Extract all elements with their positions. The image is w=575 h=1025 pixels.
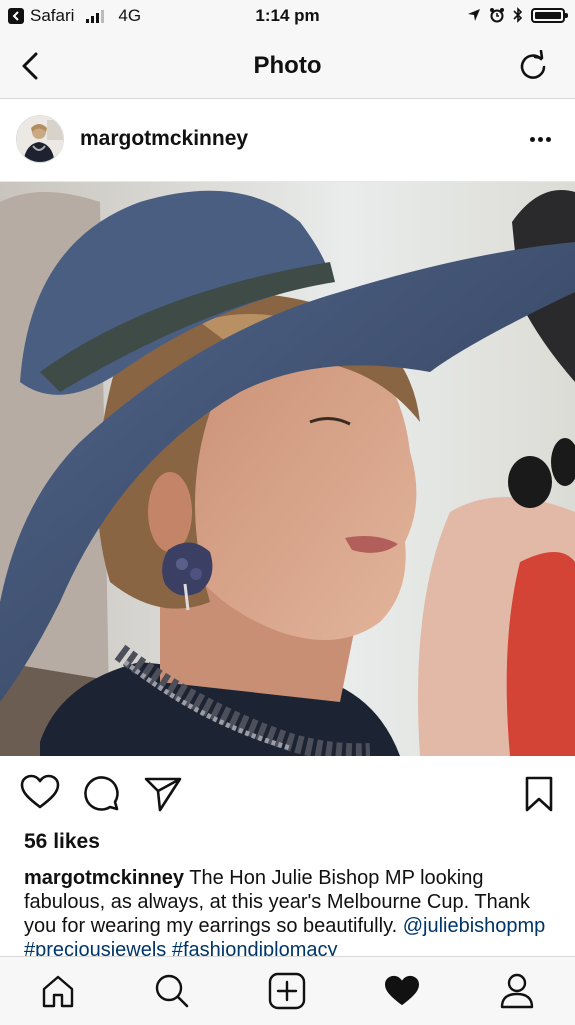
action-bar bbox=[0, 762, 575, 822]
share-send-icon[interactable] bbox=[144, 776, 182, 812]
post-photo[interactable] bbox=[0, 182, 575, 756]
post-header: margotmckinney bbox=[0, 99, 575, 182]
post-caption: margotmckinney The Hon Julie Bishop MP l… bbox=[24, 866, 554, 956]
refresh-icon[interactable] bbox=[517, 50, 549, 82]
nav-bar: Photo bbox=[0, 34, 575, 99]
page-title: Photo bbox=[253, 52, 322, 79]
home-icon[interactable] bbox=[38, 971, 78, 1011]
add-post-icon[interactable] bbox=[267, 971, 307, 1011]
likes-count[interactable]: 56 likes bbox=[24, 830, 100, 854]
search-icon[interactable] bbox=[152, 971, 192, 1011]
battery-icon bbox=[531, 7, 568, 23]
more-options-icon[interactable] bbox=[530, 137, 551, 142]
post-username[interactable]: margotmckinney bbox=[80, 127, 248, 151]
profile-icon[interactable] bbox=[497, 971, 537, 1011]
tab-bar bbox=[0, 956, 575, 1025]
avatar[interactable] bbox=[16, 115, 64, 163]
alarm-icon bbox=[490, 8, 504, 23]
activity-heart-icon[interactable] bbox=[382, 971, 422, 1011]
location-icon bbox=[468, 9, 480, 21]
bookmark-icon[interactable] bbox=[524, 776, 554, 812]
bluetooth-icon bbox=[513, 7, 523, 23]
like-heart-icon[interactable] bbox=[20, 774, 60, 810]
caption-username[interactable]: margotmckinney bbox=[24, 867, 184, 889]
status-bar: Safari 4G 1:14 pm bbox=[0, 0, 575, 34]
comment-icon[interactable] bbox=[82, 774, 120, 812]
